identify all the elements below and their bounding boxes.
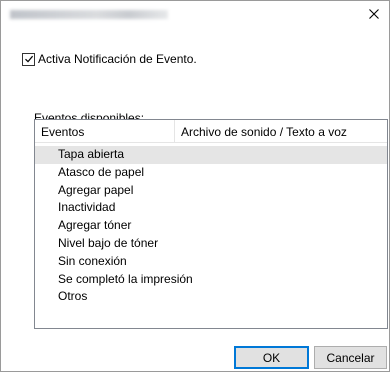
notification-label: Activa Notificación de Evento. (38, 52, 197, 66)
close-button[interactable] (363, 4, 385, 26)
notification-checkbox[interactable] (22, 52, 35, 66)
events-list[interactable]: Eventos Archivo de sonido / Texto a voz … (34, 119, 388, 329)
list-item[interactable]: Agregar tóner (35, 217, 387, 235)
cancel-button[interactable]: Cancelar (314, 346, 387, 369)
ok-button[interactable]: OK (234, 346, 309, 369)
list-header: Eventos Archivo de sonido / Texto a voz (35, 120, 387, 143)
column-header-events[interactable]: Eventos (41, 125, 84, 139)
list-item[interactable]: Agregar papel (35, 182, 387, 200)
window-title-redacted (10, 10, 168, 19)
list-item[interactable]: Tapa abierta (35, 146, 387, 164)
list-item[interactable]: Inactividad (35, 199, 387, 217)
list-item[interactable]: Sin conexión (35, 253, 387, 271)
notification-toggle[interactable]: Activa Notificación de Evento. (22, 52, 197, 66)
column-header-sound-file[interactable]: Archivo de sonido / Texto a voz (181, 125, 347, 139)
list-rows: Tapa abierta Atasco de papel Agregar pap… (35, 146, 387, 306)
list-item[interactable]: Atasco de papel (35, 164, 387, 182)
event-notification-dialog: Activa Notificación de Evento. Eventos d… (0, 0, 390, 372)
list-item[interactable]: Otros (35, 288, 387, 306)
list-item[interactable]: Nivel bajo de tóner (35, 235, 387, 253)
title-bar (1, 1, 389, 29)
close-icon (369, 8, 379, 22)
list-item[interactable]: Se completó la impresión (35, 271, 387, 289)
column-divider[interactable] (174, 120, 175, 142)
checkmark-icon (24, 55, 33, 63)
